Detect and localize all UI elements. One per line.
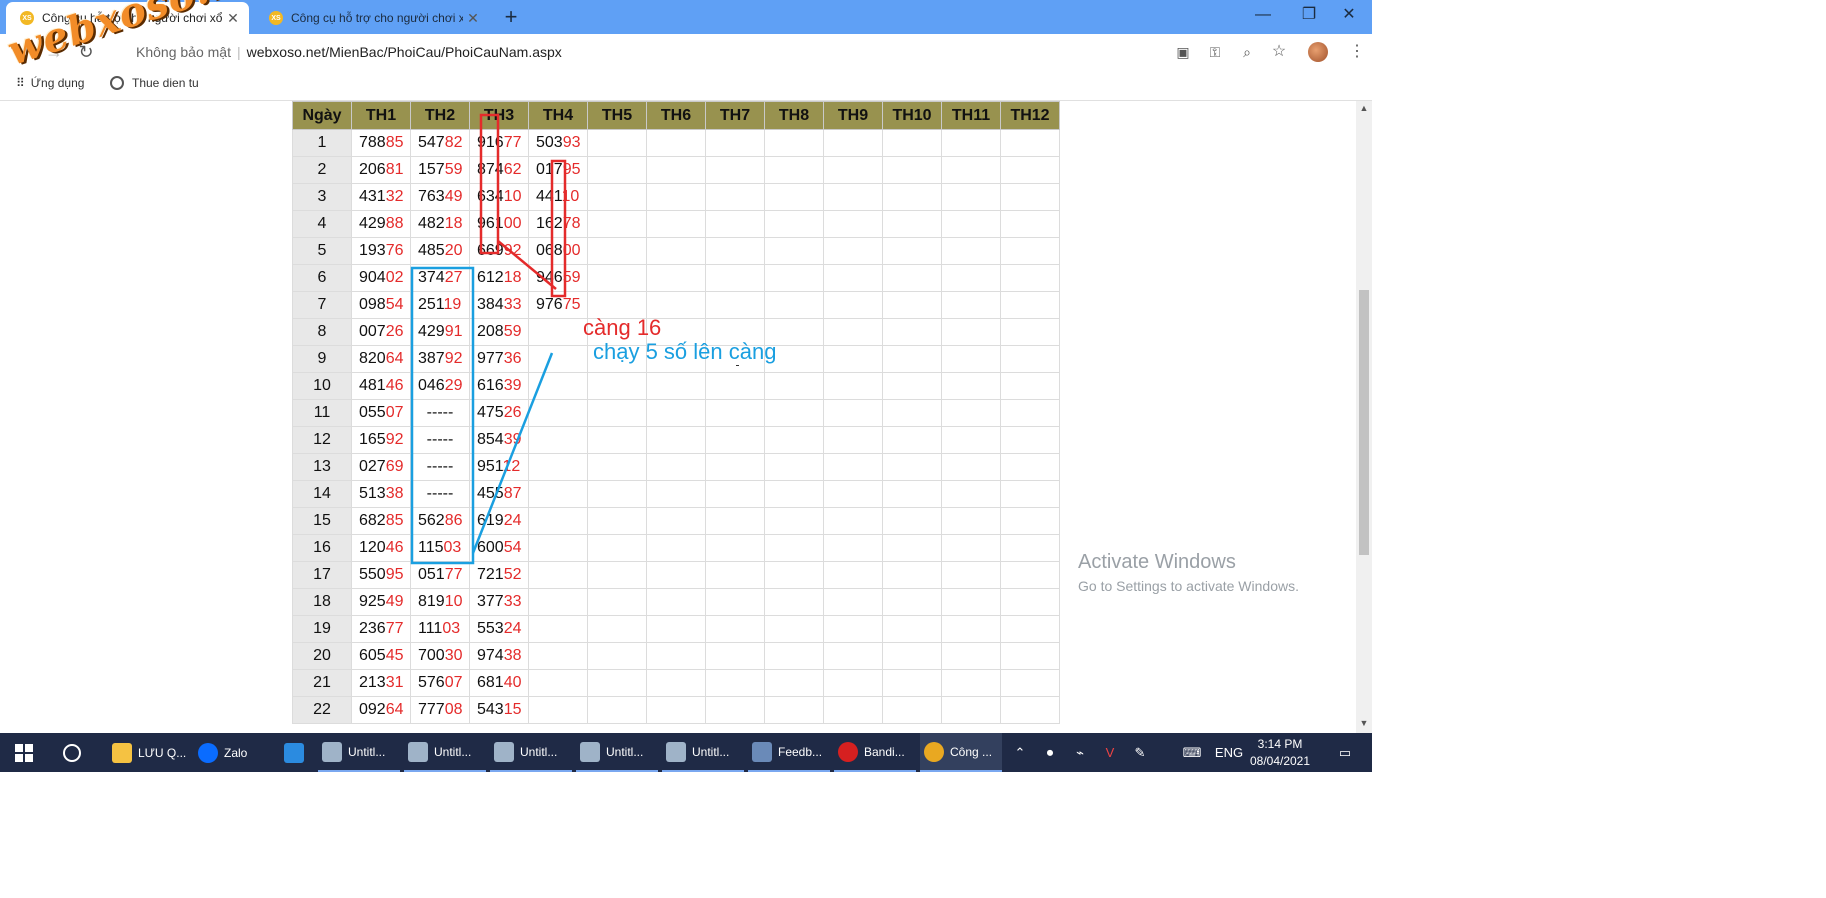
taskbar-item-label: Feedb... (778, 744, 823, 759)
chrome-icon (924, 741, 944, 762)
taskbar-item[interactable]: Untitl... (490, 733, 572, 772)
star-icon[interactable]: ☆ (1268, 41, 1290, 63)
activate-title: Activate Windows (1078, 551, 1236, 573)
power-icon[interactable]: ⌁ (1070, 733, 1090, 772)
taskbar-item[interactable]: Zalo (194, 733, 280, 772)
security-status: Không bảo mật (136, 44, 231, 60)
taskbar-item-label: Untitl... (434, 744, 472, 759)
taskbar-item[interactable]: Feedb... (748, 733, 830, 772)
zalo-icon (198, 742, 218, 763)
tab-title: Công cụ hỗ trợ cho người chơi xổ số (291, 11, 463, 25)
minimize-button[interactable]: — (1240, 0, 1286, 30)
notification-icon[interactable]: ▭ (1330, 733, 1360, 772)
close-tab-icon[interactable]: ✕ (463, 10, 483, 27)
edge-icon (284, 742, 304, 763)
taskbar: LƯU Q... Zalo Untitl... Untitl... Untitl... U… (0, 733, 1372, 772)
taskbar-item-label: Untitl... (692, 744, 730, 759)
activate-subtitle: Go to Settings to activate Windows. (1078, 578, 1299, 594)
blue-highlight-box (410, 266, 475, 565)
taskbar-item[interactable]: Công ... (920, 733, 1002, 772)
bookmark-label: Ứng dụng (30, 76, 85, 90)
red-highlight-box-th4 (550, 159, 567, 298)
scrollbar-thumb[interactable] (1359, 290, 1369, 555)
taskbar-item-label: Untitl... (348, 744, 386, 759)
taskbar-item[interactable]: Untitl... (662, 733, 744, 772)
cortana-search-icon[interactable] (58, 733, 86, 772)
activate-windows-notice: Activate Windows Go to Settings to activ… (1078, 551, 1299, 594)
key-icon[interactable]: ⚿ (1204, 41, 1226, 63)
taskbar-item-label: Zalo (224, 745, 248, 760)
plus-icon[interactable]: + (498, 4, 524, 30)
annotation-chay: chạy 5 số lên càng (593, 339, 777, 364)
paint-icon (494, 741, 514, 762)
paint-icon (666, 741, 686, 762)
taskbar-item[interactable]: Untitl... (404, 733, 486, 772)
clock-date: 08/04/2021 (1249, 754, 1311, 768)
avatar[interactable] (1308, 42, 1328, 62)
bookmark-thue-dien-tu[interactable]: Thue dien tu (110, 76, 199, 90)
taskbar-item[interactable]: LƯU Q... (108, 733, 194, 772)
xs-favicon-icon: XS (269, 11, 283, 25)
windows-start-icon[interactable] (10, 733, 38, 772)
keyboard-icon[interactable]: ⌨ (1180, 733, 1204, 772)
pen-icon[interactable]: ✎ (1130, 733, 1150, 772)
folder-icon (112, 742, 132, 763)
vivaldi-icon[interactable]: V (1100, 733, 1120, 772)
menu-icon[interactable]: ⋮ (1346, 41, 1368, 63)
close-window-button[interactable]: ✕ (1326, 0, 1372, 30)
record-icon[interactable]: ⏺ (1040, 733, 1060, 772)
blue-arrow-line (471, 352, 554, 554)
scroll-down-icon[interactable]: ▼ (1356, 718, 1372, 732)
cast-icon[interactable]: ▣ (1172, 41, 1194, 63)
apps-icon: ⠿ (16, 76, 25, 90)
close-tab-icon[interactable]: ✕ (223, 10, 243, 27)
browser-toolbar: ← → ↻ Không bảo mật | webxoso.net/MienBac/… (0, 34, 1372, 70)
page-content: Ngày TH1 TH2 TH3 TH4 TH5 TH6 TH7 TH8 TH9 TH10 TH11 T… (0, 101, 1372, 733)
red-highlight-box-th3 (479, 113, 500, 255)
taskbar-item-label: Untitl... (606, 744, 644, 759)
clock[interactable]: 3:14 PM 08/04/2021 (1245, 736, 1315, 770)
scroll-up-icon[interactable]: ▲ (1356, 103, 1372, 117)
bandicam-icon (838, 741, 858, 762)
tab-inactive[interactable]: XS Công cụ hỗ trợ cho người chơi xổ số ✕ (255, 2, 489, 34)
bookmarks-bar: ⠿ Ứng dụng Thue dien tu (0, 70, 1372, 101)
language-indicator[interactable]: ENG (1213, 733, 1245, 772)
taskbar-item-label: Công ... (950, 744, 993, 759)
taskbar-item-label: Untitl... (520, 744, 558, 759)
paint-icon (580, 741, 600, 762)
annotation-overlay (410, 113, 567, 565)
paint-icon (408, 741, 428, 762)
paint-icon (322, 741, 342, 762)
stray-mark (736, 365, 739, 366)
taskbar-item-label: LƯU Q... (138, 745, 187, 760)
taskbar-item[interactable]: Untitl... (576, 733, 658, 772)
taskbar-item[interactable] (280, 733, 314, 772)
chevron-up-icon[interactable]: ⌃ (1010, 733, 1030, 772)
taskbar-item-label: Bandi... (864, 744, 905, 759)
feedback-icon (752, 741, 772, 762)
taskbar-item[interactable]: Bandi... (834, 733, 916, 772)
zoom-icon[interactable]: ⌕ (1236, 41, 1258, 63)
annotation-cang: càng 16 (583, 315, 662, 340)
address-bar[interactable]: Không bảo mật | webxoso.net/MienBac/PhoiCa… (136, 39, 1286, 65)
clock-time: 3:14 PM (1257, 737, 1303, 751)
url-text: webxoso.net/MienBac/PhoiCau/PhoiCauNam.a… (246, 44, 562, 60)
taskbar-item[interactable]: Untitl... (318, 733, 400, 772)
bookmark-apps[interactable]: ⠿ Ứng dụng (16, 76, 84, 90)
red-connector-line (497, 240, 557, 290)
bookmark-label: Thue dien tu (132, 76, 199, 90)
globe-icon (110, 76, 124, 90)
screen: XS Công cụ hỗ trợ cho người chơi xổ số ✕… (0, 0, 1372, 772)
